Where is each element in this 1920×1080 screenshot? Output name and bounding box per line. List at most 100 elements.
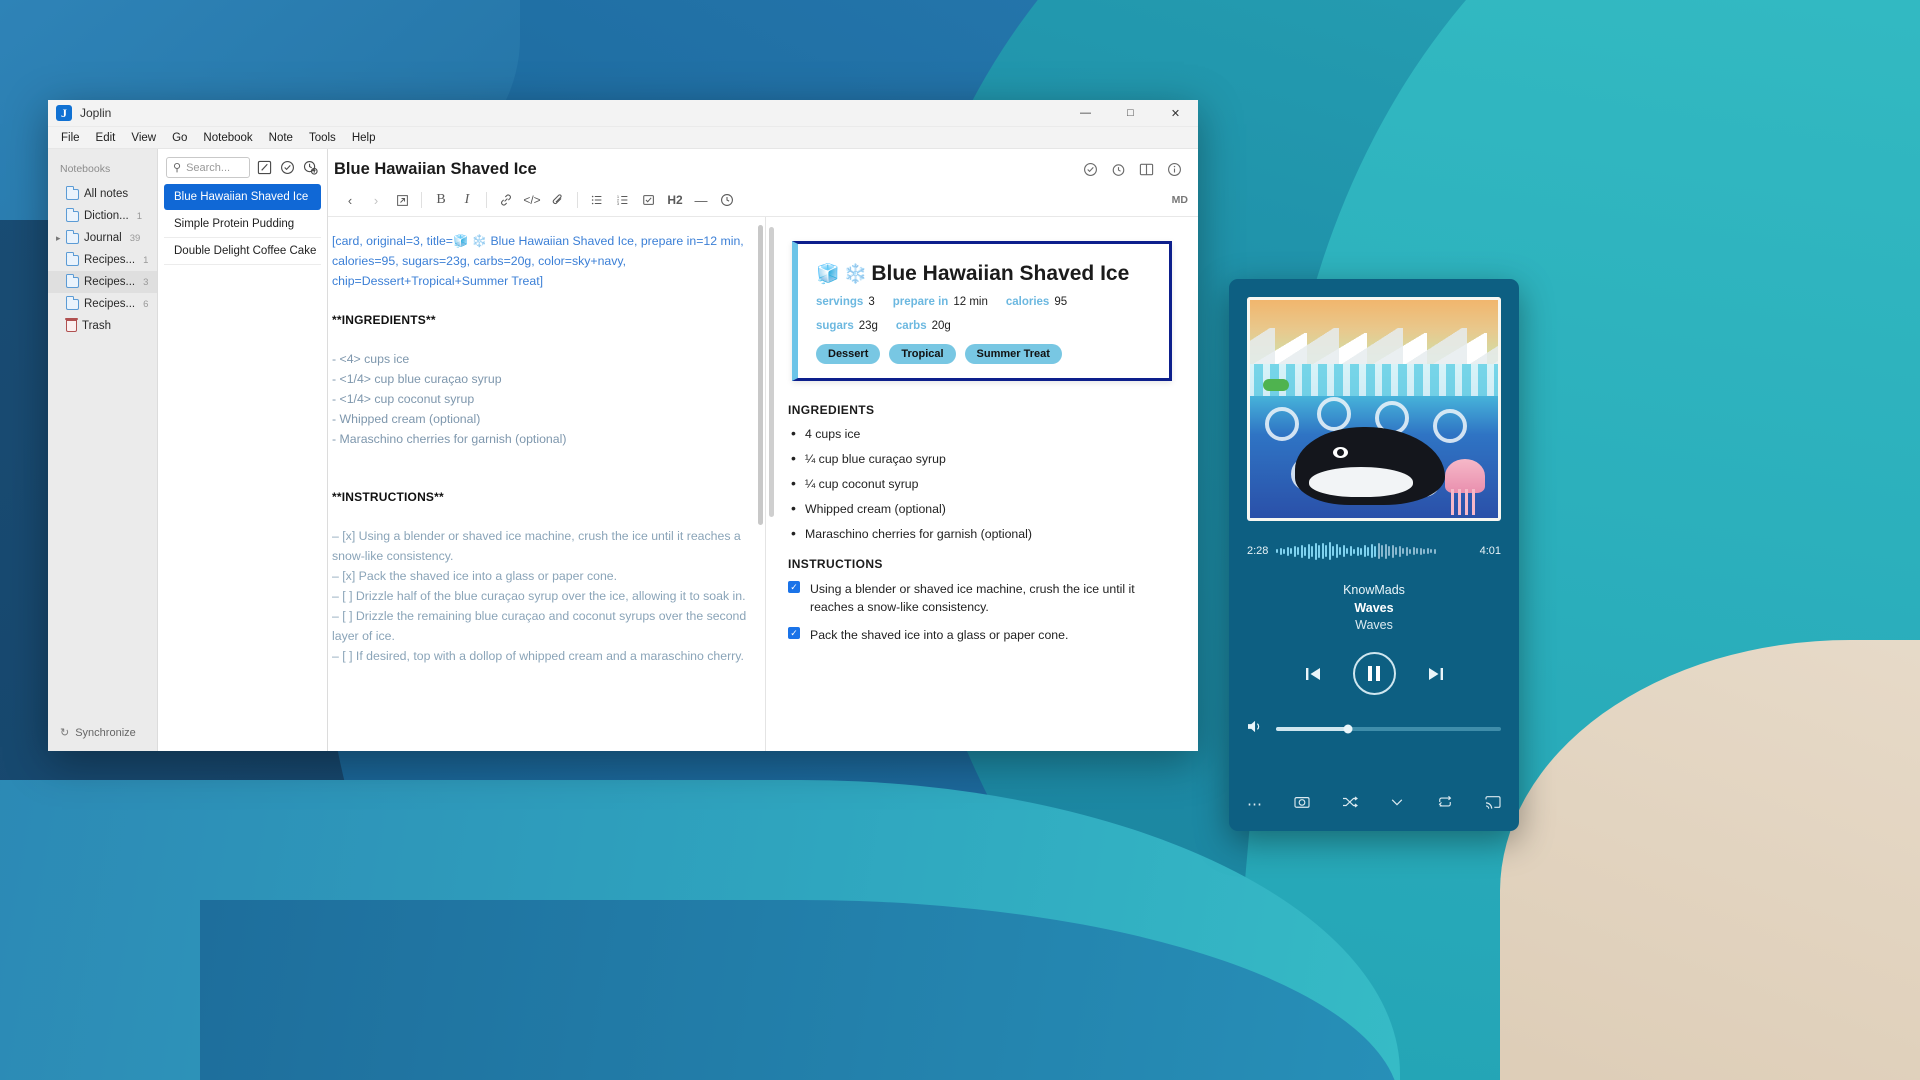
menu-help[interactable]: Help [345, 130, 383, 146]
sidebar-item-recipes-3[interactable]: Recipes... 6 [48, 293, 157, 315]
previous-track-icon[interactable] [1303, 664, 1323, 684]
waveform-progress[interactable] [1276, 541, 1471, 561]
music-player-widget: 2:28 4:01 KnowMads Waves Waves ⋯ [1229, 279, 1519, 831]
menu-notebook[interactable]: Notebook [196, 130, 259, 146]
stat-value: 95 [1054, 296, 1068, 308]
chevron-down-icon[interactable] [1389, 795, 1405, 813]
close-button[interactable]: ✕ [1153, 100, 1198, 127]
volume-slider[interactable] [1276, 724, 1501, 733]
heading-button[interactable]: H2 [663, 189, 687, 211]
checkbox-checked-icon[interactable]: ✓ [788, 581, 800, 593]
sidebar-item-recipes-2[interactable]: Recipes... 3 [48, 271, 157, 293]
link-icon[interactable] [494, 189, 518, 211]
synchronize-button[interactable]: ↻ Synchronize [48, 718, 157, 751]
layout-icon[interactable] [1136, 159, 1156, 179]
search-box[interactable]: ⚲ [166, 157, 250, 178]
alarm-icon[interactable] [1108, 159, 1128, 179]
chevron-right-icon[interactable]: ▸ [56, 233, 61, 244]
new-todo-icon[interactable] [279, 159, 296, 176]
new-note-icon[interactable] [256, 159, 273, 176]
markdown-scrollbar[interactable] [758, 225, 763, 525]
stat-carbs: carbs 20g [896, 320, 951, 332]
volume-icon[interactable] [1247, 719, 1264, 738]
attachment-icon[interactable] [546, 189, 570, 211]
sidebar-item-dictionary[interactable]: Diction... 1 [48, 205, 157, 227]
sidebar-item-label: Diction... [84, 210, 129, 222]
waveform-bar [1293, 545, 1296, 557]
sidebar-item-all-notes[interactable]: All notes [48, 183, 157, 205]
minimize-button[interactable]: — [1063, 100, 1108, 127]
external-link-icon[interactable] [390, 189, 414, 211]
checkbox-list-icon[interactable] [637, 189, 661, 211]
check-circle-icon[interactable] [1080, 159, 1100, 179]
waveform-bar [1328, 542, 1331, 560]
waveform-bar [1325, 545, 1328, 557]
waveform-bar [1335, 544, 1338, 558]
waveform-bar [1353, 548, 1356, 554]
markdown-ingredient-line: - <1/4> cup coconut syrup [332, 392, 475, 406]
markdown-card-line: [card, original=3, title=🧊 ❄️ Blue Hawai… [332, 234, 748, 288]
info-icon[interactable] [1164, 159, 1184, 179]
next-track-icon[interactable] [1426, 664, 1446, 684]
sidebar-item-recipes-1[interactable]: Recipes... 1 [48, 249, 157, 271]
code-icon[interactable]: </> [520, 189, 544, 211]
list-item[interactable]: Double Delight Coffee Cake [164, 238, 321, 265]
bullet-list-icon[interactable] [585, 189, 609, 211]
recipe-chips: Dessert Tropical Summer Treat [816, 344, 1151, 364]
search-input[interactable] [186, 161, 243, 174]
list-item[interactable]: Blue Hawaiian Shaved Ice [164, 184, 321, 210]
waveform-bar [1367, 546, 1370, 556]
horizontal-rule-icon[interactable]: — [689, 189, 713, 211]
note-list-toolbar: ⚲ [158, 149, 327, 184]
menu-go[interactable]: Go [165, 130, 194, 146]
back-button[interactable]: ‹ [338, 189, 362, 211]
menu-edit[interactable]: Edit [89, 130, 123, 146]
history-icon[interactable] [302, 159, 319, 176]
bold-icon[interactable]: B [429, 189, 453, 211]
menu-note[interactable]: Note [262, 130, 300, 146]
sidebar-item-trash[interactable]: Trash [48, 315, 157, 337]
italic-icon[interactable]: I [455, 189, 479, 211]
instruction-text: Using a blender or shaved ice machine, c… [810, 582, 1135, 614]
pause-button[interactable] [1352, 652, 1396, 695]
search-icon: ⚲ [173, 162, 182, 174]
trash-icon [65, 318, 78, 332]
sidebar-item-count: 39 [129, 232, 141, 244]
now-playing-view-icon[interactable] [1294, 795, 1310, 813]
menu-view[interactable]: View [124, 130, 163, 146]
markdown-ingredients-heading: **INGREDIENTS** [332, 313, 436, 327]
insert-time-icon[interactable] [715, 189, 739, 211]
forward-button[interactable]: › [364, 189, 388, 211]
volume-knob[interactable] [1343, 724, 1353, 733]
shuffle-icon[interactable] [1342, 795, 1358, 813]
numbered-list-icon[interactable]: 1 2 3 [611, 189, 635, 211]
repeat-icon[interactable] [1437, 795, 1453, 813]
cast-icon[interactable] [1485, 795, 1501, 813]
menu-tools[interactable]: Tools [302, 130, 343, 146]
folder-icon [65, 230, 79, 244]
sidebar-item-journal[interactable]: ▸ Journal 39 [48, 227, 157, 249]
sidebar-item-label: Recipes... [84, 254, 136, 266]
waveform-bar [1332, 546, 1335, 556]
stat-key: calories [1005, 296, 1050, 308]
waveform-bar [1423, 548, 1426, 554]
editor-panel: Blue Hawaiian Shaved Ice ‹ › B I </> 1 2… [328, 149, 1198, 751]
elapsed-time: 2:28 [1247, 545, 1269, 557]
folder-icon [65, 186, 79, 200]
waveform-bar [1342, 545, 1345, 557]
waveform-bar [1363, 545, 1366, 557]
folder-icon [65, 274, 79, 288]
editor-mode-badge[interactable]: MD [1172, 194, 1188, 206]
waveform-bar [1374, 545, 1377, 557]
album-art [1247, 297, 1501, 521]
preview-scrollbar[interactable] [769, 227, 774, 517]
stat-calories: calories 95 [1006, 296, 1067, 308]
maximize-button[interactable]: □ [1108, 100, 1153, 127]
stat-key: sugars [816, 320, 854, 332]
checkbox-checked-icon[interactable]: ✓ [788, 627, 800, 639]
list-item[interactable]: Simple Protein Pudding [164, 211, 321, 238]
menu-file[interactable]: File [54, 130, 87, 146]
waveform-bar [1416, 548, 1419, 554]
markdown-editor[interactable]: [card, original=3, title=🧊 ❄️ Blue Hawai… [328, 217, 765, 751]
more-options-icon[interactable]: ⋯ [1247, 795, 1262, 813]
